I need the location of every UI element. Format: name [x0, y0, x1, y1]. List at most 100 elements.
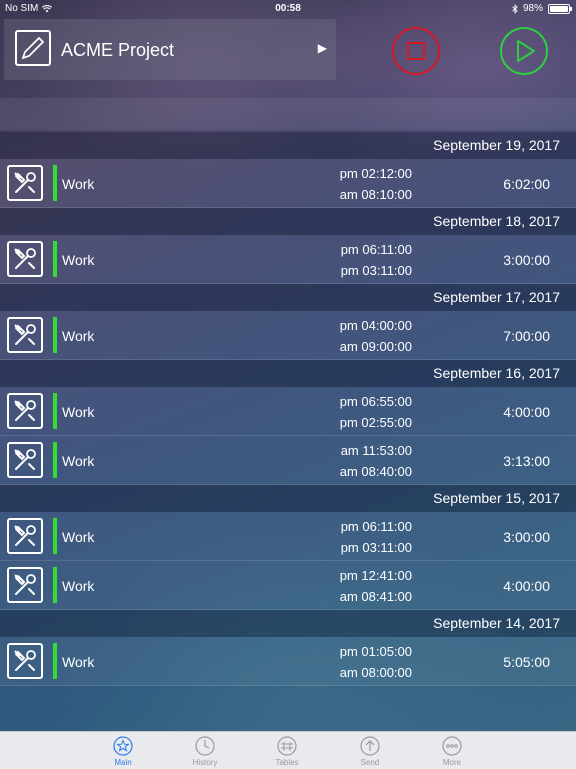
time-entry-row[interactable]: Work pm 02:12:00 am 08:10:00 6:02:00 [0, 159, 576, 208]
tab-label: History [192, 758, 218, 767]
task-color-bar [53, 442, 57, 478]
entry-duration: 5:05:00 [503, 654, 550, 670]
entry-times: pm 12:41:00 am 08:41:00 [300, 565, 412, 607]
tools-icon [7, 567, 43, 603]
end-time: pm 06:55:00 [339, 394, 412, 409]
task-label: Work [62, 176, 95, 192]
task-label: Work [62, 654, 95, 670]
tools-icon [7, 241, 43, 277]
tab-main[interactable]: Main [93, 732, 153, 769]
header-separator [0, 98, 576, 130]
tools-icon [7, 317, 43, 353]
task-label: Work [62, 529, 95, 545]
end-time: pm 01:05:00 [339, 644, 412, 659]
start-time: pm 03:11:00 [340, 540, 412, 555]
play-icon [517, 40, 535, 62]
date-header: September 14, 2017 [0, 610, 576, 637]
tab-more[interactable]: More [422, 732, 482, 769]
tools-icon [7, 393, 43, 429]
end-time: pm 02:12:00 [339, 166, 412, 181]
task-color-bar [53, 518, 57, 554]
entry-duration: 3:00:00 [503, 529, 550, 545]
table-icon [276, 735, 298, 757]
entry-times: pm 06:11:00 pm 03:11:00 [300, 516, 412, 558]
end-time: pm 12:41:00 [339, 568, 412, 583]
tools-icon [7, 442, 43, 478]
bluetooth-icon [512, 3, 518, 14]
tab-tables[interactable]: Tables [257, 732, 317, 769]
tab-label: More [442, 758, 462, 767]
entry-duration: 4:00:00 [503, 404, 550, 420]
entry-times: pm 06:11:00 pm 03:11:00 [300, 239, 412, 281]
entry-times: am 11:53:00 am 08:40:00 [300, 440, 412, 482]
tab-label: Tables [275, 758, 299, 767]
battery-icon [548, 3, 572, 14]
disclosure-arrow-icon: ▶ [317, 41, 327, 55]
task-color-bar [53, 393, 57, 429]
entry-times: pm 02:12:00 am 08:10:00 [300, 163, 412, 205]
stop-button[interactable] [392, 27, 440, 75]
start-time: am 08:41:00 [339, 589, 412, 604]
tab-history[interactable]: History [175, 732, 235, 769]
date-header: September 19, 2017 [0, 132, 576, 159]
project-title: ACME Project [61, 40, 175, 60]
start-time: am 08:40:00 [339, 464, 412, 479]
time-entry-row[interactable]: Work pm 06:11:00 pm 03:11:00 3:00:00 [0, 235, 576, 284]
task-color-bar [53, 317, 57, 353]
clock-icon [194, 735, 216, 757]
status-right: 98% [512, 3, 572, 14]
tools-icon [7, 518, 43, 554]
entry-duration: 3:13:00 [503, 453, 550, 469]
entry-times: pm 04:00:00 am 09:00:00 [300, 315, 412, 357]
tab-send[interactable]: Send [340, 732, 400, 769]
time-entry-row[interactable]: Work pm 04:00:00 am 09:00:00 7:00:00 [0, 311, 576, 360]
star-icon [112, 735, 134, 757]
time-entry-row[interactable]: Work pm 06:11:00 pm 03:11:00 3:00:00 [0, 512, 576, 561]
battery-percent: 98% [522, 3, 543, 14]
entry-times: pm 01:05:00 am 08:00:00 [300, 641, 412, 683]
send-icon [359, 735, 381, 757]
start-time: pm 03:11:00 [340, 263, 412, 278]
tab-label: Main [114, 758, 132, 767]
edit-icon [15, 30, 51, 66]
task-color-bar [53, 165, 57, 201]
time-entry-row[interactable]: Work pm 06:55:00 pm 02:55:00 4:00:00 [0, 387, 576, 436]
task-color-bar [53, 567, 57, 603]
end-time: pm 06:11:00 [340, 519, 412, 534]
date-header: September 18, 2017 [0, 208, 576, 235]
end-time: pm 06:11:00 [340, 242, 412, 257]
task-label: Work [62, 404, 95, 420]
date-header: September 17, 2017 [0, 284, 576, 311]
start-button[interactable] [500, 27, 548, 75]
tools-icon [7, 165, 43, 201]
entry-duration: 7:00:00 [503, 328, 550, 344]
end-time: pm 04:00:00 [339, 318, 412, 333]
entry-duration: 6:02:00 [503, 176, 550, 192]
task-label: Work [62, 578, 95, 594]
status-bar: No SIM 00:58 98% [0, 0, 576, 18]
project-selector[interactable]: ACME Project ▶ [4, 19, 336, 80]
more-icon [441, 735, 463, 757]
time-entry-list[interactable]: September 19, 2017 Work pm 02:12:00 am 08:1… [0, 132, 576, 686]
tools-icon [7, 643, 43, 679]
date-header: September 15, 2017 [0, 485, 576, 512]
task-color-bar [53, 643, 57, 679]
date-header: September 16, 2017 [0, 360, 576, 387]
task-color-bar [53, 241, 57, 277]
end-time: am 11:53:00 [340, 443, 412, 458]
start-time: am 09:00:00 [339, 339, 412, 354]
clock-time: 00:58 [275, 3, 301, 14]
entry-times: pm 06:55:00 pm 02:55:00 [300, 391, 412, 433]
start-time: am 08:00:00 [339, 665, 412, 680]
stop-icon [407, 42, 425, 60]
entry-duration: 3:00:00 [503, 252, 550, 268]
tab-bar: Main History Tables Send More [0, 731, 576, 769]
start-time: pm 02:55:00 [339, 415, 412, 430]
task-label: Work [62, 453, 95, 469]
time-entry-row[interactable]: Work am 11:53:00 am 08:40:00 3:13:00 [0, 436, 576, 485]
entry-duration: 4:00:00 [503, 578, 550, 594]
time-entry-row[interactable]: Work pm 12:41:00 am 08:41:00 4:00:00 [0, 561, 576, 610]
battery-fill [550, 5, 568, 12]
tab-label: Send [360, 758, 380, 767]
time-entry-row[interactable]: Work pm 01:05:00 am 08:00:00 5:05:00 [0, 637, 576, 686]
